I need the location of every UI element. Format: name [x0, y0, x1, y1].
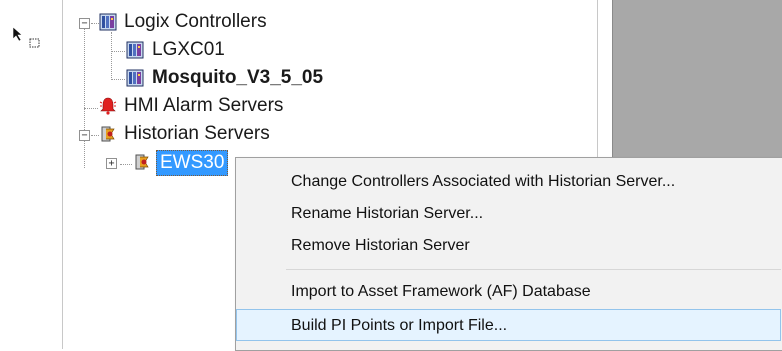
tree-node-ews30[interactable]: EWS30	[156, 150, 229, 176]
tree-connector	[111, 32, 112, 78]
tree-connector	[120, 164, 132, 165]
gray-pane	[612, 0, 782, 160]
tree-connector	[91, 135, 99, 136]
controller-chassis-icon	[126, 69, 144, 87]
tree-connector	[111, 79, 125, 80]
menu-item-label: Import to Asset Framework (AF) Database	[291, 283, 591, 300]
menu-item-change-controllers[interactable]: Change Controllers Associated with Histo…	[236, 166, 781, 198]
menu-item-label: Remove Historian Server	[291, 237, 470, 254]
historian-server-icon	[101, 126, 115, 142]
drag-cursor-icon	[12, 26, 40, 48]
tree-node-logix-controllers[interactable]: Logix Controllers	[124, 10, 267, 34]
menu-item-import-to-af-database[interactable]: Import to Asset Framework (AF) Database	[236, 276, 781, 308]
tree-connector	[84, 108, 98, 109]
menu-item-label: Build PI Points or Import File...	[291, 317, 508, 334]
menu-item-label: Change Controllers Associated with Histo…	[291, 173, 676, 190]
menu-item-remove-historian-server[interactable]: Remove Historian Server	[236, 230, 781, 262]
collapse-logix-controllers-icon[interactable]: −	[79, 18, 90, 29]
menu-item-build-pi-points[interactable]: Build PI Points or Import File...	[236, 309, 781, 341]
menu-separator	[286, 269, 781, 270]
tree-node-lgxc01[interactable]: LGXC01	[152, 38, 225, 62]
alarm-bell-icon	[99, 97, 117, 115]
menu-item-rename-historian-server[interactable]: Rename Historian Server...	[236, 198, 781, 230]
controller-chassis-icon	[126, 41, 144, 59]
collapse-historian-servers-icon[interactable]: −	[79, 130, 90, 141]
tree-connector	[91, 23, 99, 24]
menu-item-label: Rename Historian Server...	[291, 205, 484, 222]
tree-node-mosquito[interactable]: Mosquito_V3_5_05	[152, 66, 323, 90]
tree-node-hmi-alarm-servers[interactable]: HMI Alarm Servers	[124, 94, 283, 118]
tree-connector	[84, 28, 85, 168]
tree-node-historian-servers[interactable]: Historian Servers	[124, 122, 270, 146]
historian-server-icon	[135, 154, 149, 170]
controller-chassis-icon	[99, 13, 117, 31]
context-menu: Change Controllers Associated with Histo…	[235, 157, 782, 351]
expand-ews30-icon[interactable]: +	[106, 158, 117, 169]
tree-connector	[111, 51, 125, 52]
